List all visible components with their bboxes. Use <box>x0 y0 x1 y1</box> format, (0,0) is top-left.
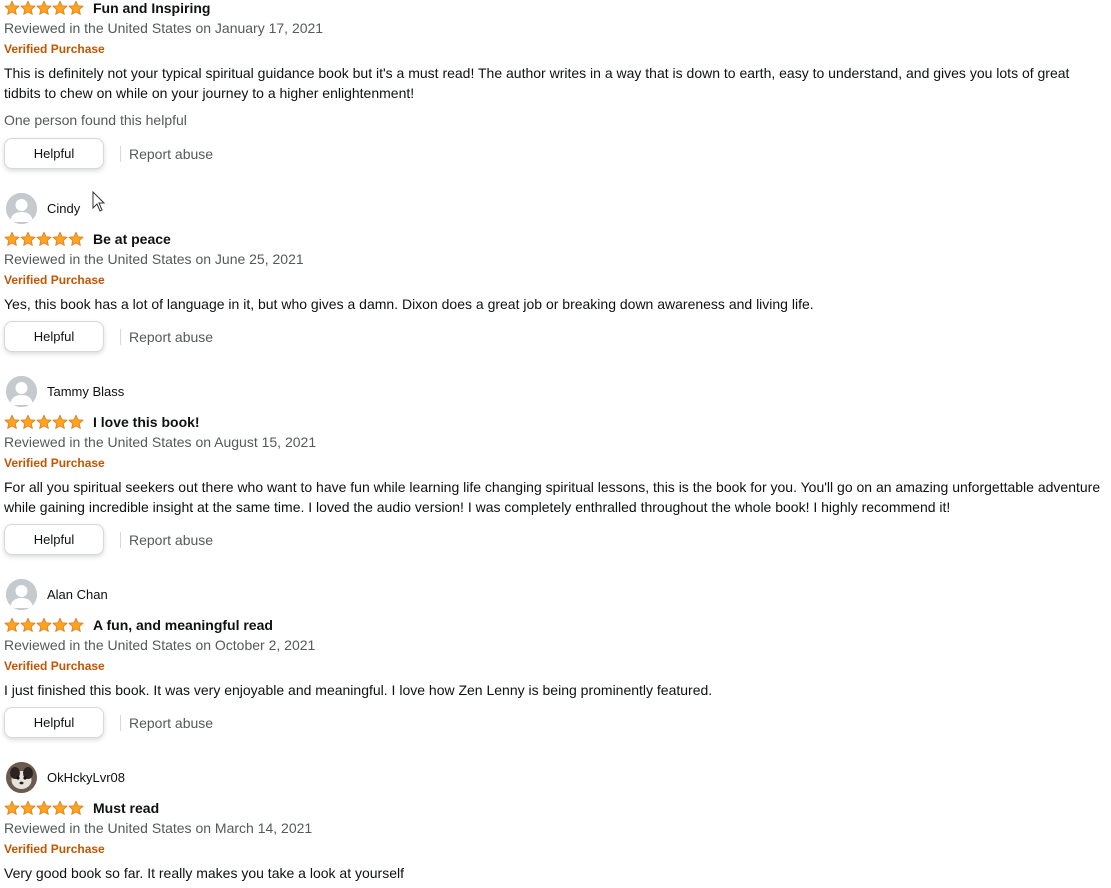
star-icon <box>68 231 84 246</box>
star-icon <box>52 0 68 15</box>
review-title[interactable]: A fun, and meaningful read <box>93 617 273 633</box>
helpful-button[interactable]: Helpful <box>4 524 104 555</box>
review-body: This is definitely not your typical spir… <box>4 65 1070 101</box>
star-icon <box>52 414 68 429</box>
star-icon <box>4 617 20 632</box>
review-title-row[interactable]: Fun and Inspiring <box>4 0 210 18</box>
star-icon <box>68 800 84 815</box>
star-icon <box>20 0 36 15</box>
avatar <box>6 578 37 610</box>
star-icon <box>36 800 52 815</box>
divider <box>120 145 121 162</box>
review-date: Reviewed in the United States on June 25… <box>4 251 304 267</box>
star-icon <box>68 617 84 632</box>
review-date: Reviewed in the United States on January… <box>4 20 324 36</box>
star-icon <box>36 414 52 429</box>
review-body: Yes, this book has a lot of language in … <box>4 296 814 312</box>
reviewer-profile[interactable]: Tammy Blass <box>6 375 124 407</box>
review-title[interactable]: Must read <box>93 800 159 816</box>
divider <box>120 328 121 345</box>
star-icon <box>68 0 84 15</box>
helpful-button[interactable]: Helpful <box>4 707 104 738</box>
verified-purchase-badge: Verified Purchase <box>4 659 105 673</box>
star-rating <box>4 800 84 816</box>
review-date: Reviewed in the United States on March 1… <box>4 820 313 836</box>
review-title[interactable]: I love this book! <box>93 414 200 430</box>
star-rating <box>4 0 84 16</box>
report-abuse-link[interactable]: Report abuse <box>129 532 213 548</box>
reviewer-profile[interactable]: OkHckyLvr08 <box>6 761 125 793</box>
reviewer-name[interactable]: Cindy <box>47 201 80 216</box>
review-title-row[interactable]: A fun, and meaningful read <box>4 615 273 635</box>
default-avatar-icon <box>6 375 37 407</box>
review-body: For all you spiritual seekers out there … <box>4 479 1101 515</box>
divider <box>120 714 121 731</box>
review-title[interactable]: Be at peace <box>93 231 171 247</box>
star-icon <box>36 617 52 632</box>
helpful-button[interactable]: Helpful <box>4 321 104 352</box>
review-date: Reviewed in the United States on August … <box>4 434 317 450</box>
star-icon <box>68 414 84 429</box>
review-body: I just finished this book. It was very e… <box>4 682 713 698</box>
star-rating <box>4 617 84 633</box>
verified-purchase-badge: Verified Purchase <box>4 456 105 470</box>
review-actions: Helpful Report abuse <box>4 524 213 555</box>
review-actions: Helpful Report abuse <box>4 321 213 352</box>
reviewer-name[interactable]: Tammy Blass <box>47 384 124 399</box>
review-title-row[interactable]: I love this book! <box>4 412 200 432</box>
avatar <box>6 761 37 793</box>
divider <box>120 531 121 548</box>
avatar <box>6 192 37 224</box>
review-title-row[interactable]: Be at peace <box>4 229 171 249</box>
avatar <box>6 375 37 407</box>
report-abuse-link[interactable]: Report abuse <box>129 146 213 162</box>
reviewer-name[interactable]: OkHckyLvr08 <box>47 770 125 785</box>
star-icon <box>36 0 52 15</box>
review-actions: Helpful Report abuse <box>4 707 213 738</box>
helpful-count: One person found this helpful <box>4 112 187 128</box>
star-icon <box>4 231 20 246</box>
star-icon <box>36 231 52 246</box>
review-date: Reviewed in the United States on October… <box>4 637 316 653</box>
helpful-button[interactable]: Helpful <box>4 138 104 169</box>
reviewer-profile[interactable]: Cindy <box>6 192 80 224</box>
verified-purchase-badge: Verified Purchase <box>4 273 105 287</box>
reviewer-name[interactable]: Alan Chan <box>47 587 108 602</box>
mouse-cursor-icon <box>92 191 106 212</box>
default-avatar-icon <box>6 578 37 610</box>
star-icon <box>52 800 68 815</box>
verified-purchase-badge: Verified Purchase <box>4 842 105 856</box>
review-actions: Helpful Report abuse <box>4 138 213 169</box>
star-icon <box>4 414 20 429</box>
report-abuse-link[interactable]: Report abuse <box>129 715 213 731</box>
star-icon <box>20 231 36 246</box>
star-icon <box>20 800 36 815</box>
star-icon <box>52 231 68 246</box>
default-avatar-icon <box>6 192 37 224</box>
star-rating <box>4 414 84 430</box>
review-title-row[interactable]: Must read <box>4 798 159 818</box>
star-rating <box>4 231 84 247</box>
star-icon <box>52 617 68 632</box>
star-icon <box>20 414 36 429</box>
profile-photo-icon <box>6 761 37 793</box>
review-title[interactable]: Fun and Inspiring <box>93 0 210 16</box>
review-body: Very good book so far. It really makes y… <box>4 865 404 881</box>
star-icon <box>4 800 20 815</box>
verified-purchase-badge: Verified Purchase <box>4 42 105 56</box>
star-icon <box>20 617 36 632</box>
reviewer-profile[interactable]: Alan Chan <box>6 578 108 610</box>
star-icon <box>4 0 20 15</box>
report-abuse-link[interactable]: Report abuse <box>129 329 213 345</box>
